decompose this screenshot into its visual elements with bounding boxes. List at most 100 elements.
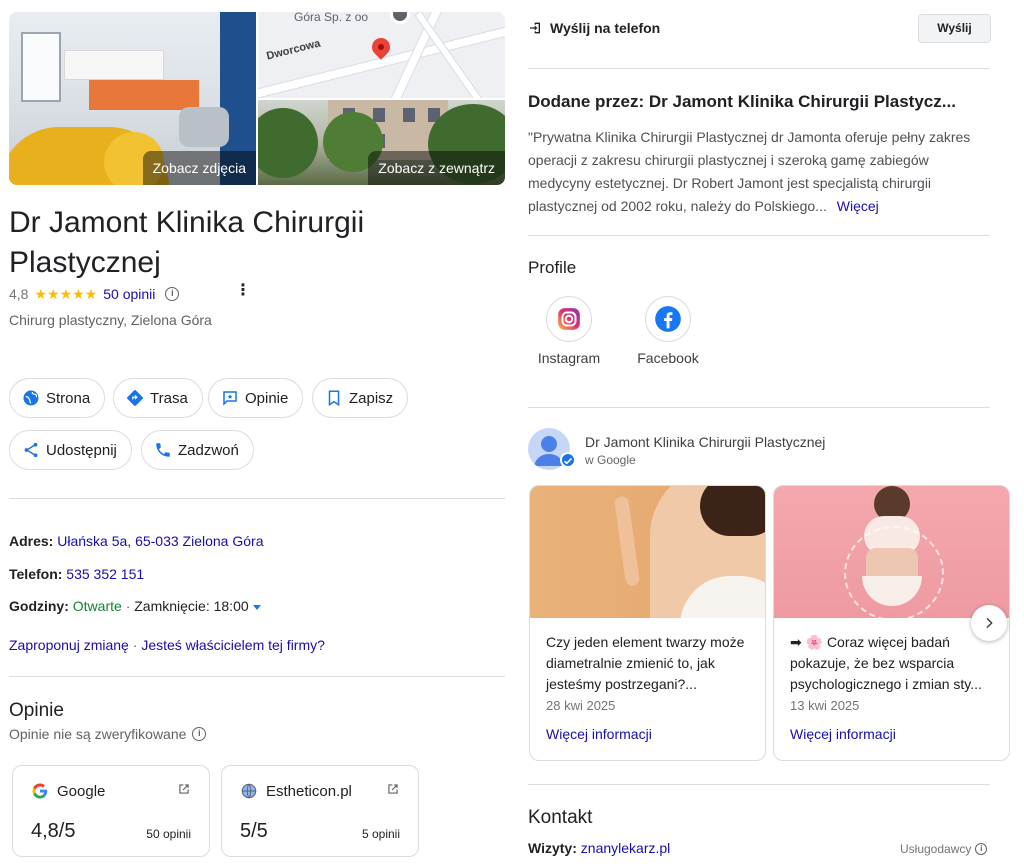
description-more-link[interactable]: Więcej [837,198,879,214]
post-date: 28 kwi 2025 [546,698,616,713]
chevron-down-icon[interactable] [252,604,261,610]
map-poi-icon [390,12,410,24]
chevron-right-icon [986,617,993,629]
hours-separator: · [125,598,131,614]
review-source-card-estheticon[interactable]: Estheticon.pl 5/5 5 opinii [221,765,419,857]
hours-row[interactable]: Godziny: Otwarte · Zamknięcie: 18:00 [9,598,261,614]
website-button[interactable]: Strona [9,378,106,418]
closing-time: Zamknięcie: 18:00 [134,598,249,614]
info-icon[interactable]: i [975,843,988,855]
review-count: 50 opinii [146,827,191,841]
divider [528,68,990,69]
review-source-card-google[interactable]: Google 4,8/5 50 opinii [12,765,210,857]
share-button-label: Udostępnij [46,441,117,459]
contact-heading: Kontakt [528,807,593,828]
claim-business-link[interactable]: Jesteś właścicielem tej firmy? [141,637,325,653]
divider [528,407,990,408]
send-button[interactable]: Wyślij [918,14,991,43]
post-more-link[interactable]: Więcej informacji [790,726,896,742]
share-button[interactable]: Udostępnij [9,430,132,470]
rating-row: 4,8 ★★★★★ 50 opinii i [9,285,180,303]
map-label-street: Dworcowa [265,37,322,63]
business-description: "Prywatna Klinika Chirurgii Plastycznej … [528,126,988,218]
photo-cabinet [64,50,164,80]
business-name: Dr Jamont Klinika Chirurgii Plastycznej [9,206,365,279]
info-icon[interactable]: i [192,727,207,741]
posts-author-name: Dr Jamont Klinika Chirurgii Plastycznej [585,434,826,450]
call-button-label: Zadzwoń [178,441,239,459]
rating-value: 4,8 [9,286,29,302]
post-image [774,486,1009,618]
post-text: ➡ 🌸 Coraz więcej badań pokazuje, że bez … [790,634,982,692]
open-status: Otwarte [72,598,122,614]
map-label-company: Góra Sp. z oo [294,12,369,24]
review-count: 5 opinii [361,827,400,841]
visits-row: Wizyty: znanylekarz.pl [528,840,670,856]
reviews-button[interactable]: Opinie [208,378,304,418]
globe-icon [22,389,40,407]
send-to-phone-row: Wyślij na telefon [528,20,660,36]
more-options-icon[interactable]: ⋮ [235,283,251,299]
save-button[interactable]: Zapisz [312,378,409,418]
edit-links-row: Zaproponuj zmianę · Jesteś właścicielem … [9,637,325,653]
reviews-link[interactable]: 50 opinii [103,286,155,302]
see-outside-label: Zobacz z zewnątrz [368,151,505,185]
map-thumbnail[interactable]: Góra Sp. z oo Dworcowa [258,12,505,98]
post-more-link[interactable]: Więcej informacji [546,726,652,742]
street-view-photo[interactable]: Zobacz z zewnątrz [258,100,505,185]
photo-window [21,32,61,102]
photo-tree [258,108,318,178]
address-row: Adres: Ułańska 5a, 65-033 Zielona Góra [9,533,263,549]
visits-link[interactable]: znanylekarz.pl [581,840,671,856]
call-button[interactable]: Zadzwoń [141,430,254,470]
description-text: "Prywatna Klinika Chirurgii Plastycznej … [528,129,971,214]
reviews-subtitle: Opinie nie są zweryfikowane [9,726,187,742]
google-logo-icon [32,783,48,799]
divider [9,676,505,677]
divider [9,498,505,499]
reviews-heading: Opinie [9,700,64,721]
review-score: 5/5 [240,820,268,842]
providers-row: Usługodawcy i [900,842,988,856]
review-source-name: Google [57,782,106,800]
photo-gallery[interactable]: Zobacz zdjęcia [9,12,256,185]
verified-badge-icon [560,452,576,468]
hours-label: Godziny: [9,598,69,614]
share-icon [22,441,40,459]
links-separator: · [132,637,138,653]
globe-icon [241,783,257,799]
facebook-profile-link[interactable]: Facebook [630,296,706,366]
divider [528,235,990,236]
reviews-subtitle-row: Opinie nie są zweryfikowane i [9,726,207,742]
directions-button[interactable]: Trasa [113,378,203,418]
phone-label: Telefon: [9,566,63,582]
reviews-button-label: Opinie [245,389,289,407]
instagram-icon [546,296,592,342]
external-link-icon [388,784,398,794]
phone-link[interactable]: 535 352 151 [66,566,144,582]
address-label: Adres: [9,533,54,549]
review-source-name: Estheticon.pl [266,782,352,800]
carousel-next-button[interactable] [971,605,1007,641]
posts-author-sub: w Google [585,453,636,467]
suggest-edit-link[interactable]: Zaproponuj zmianę [9,637,129,653]
directions-button-label: Trasa [150,389,188,407]
profiles-heading: Profile [528,258,577,277]
website-button-label: Strona [46,389,91,407]
post-card[interactable]: Czy jeden element twarzy może diametraln… [529,485,766,761]
post-text: Czy jeden element twarzy może diametraln… [546,634,745,692]
review-source: Google [31,782,105,800]
send-to-phone-label: Wyślij na telefon [550,20,661,36]
external-link-icon [179,784,189,794]
post-image [530,486,765,618]
review-score: 4,8/5 [31,820,76,842]
business-category: Chirurg plastyczny, Zielona Góra [9,312,212,328]
address-link[interactable]: Ułańska 5a, 65-033 Zielona Góra [57,533,263,549]
instagram-profile-link[interactable]: Instagram [532,296,606,366]
info-icon[interactable]: i [165,287,180,301]
see-photos-label: Zobacz zdjęcia [142,151,256,185]
photo-orange-wall [89,80,199,110]
photo-lamp [179,107,229,147]
bookmark-icon [325,389,343,407]
review-source: Estheticon.pl [240,782,352,800]
